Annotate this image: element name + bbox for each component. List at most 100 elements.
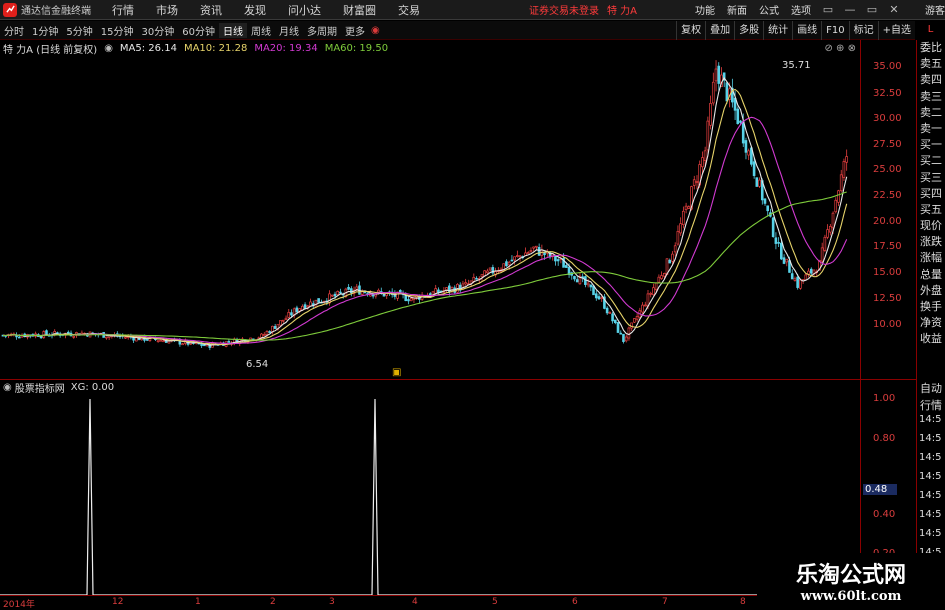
- side-item[interactable]: 涨幅: [917, 250, 945, 266]
- candle: [475, 277, 478, 280]
- layout-icon[interactable]: ▭: [817, 3, 839, 16]
- side-item[interactable]: 卖二: [917, 105, 945, 121]
- ma-legend: 特 力A (日线 前复权) ◉ MA5: 26.14 MA10: 21.28 M…: [0, 40, 860, 56]
- candle: [613, 319, 617, 324]
- candle: [766, 205, 770, 212]
- period-tab-more[interactable]: 更多: [341, 23, 369, 38]
- side-item[interactable]: 自动: [917, 380, 945, 397]
- side-item[interactable]: 涨跌: [917, 234, 945, 250]
- side-item[interactable]: 卖五: [917, 56, 945, 72]
- side-item[interactable]: 买三: [917, 170, 945, 186]
- side-item[interactable]: 换手: [917, 299, 945, 315]
- candle: [725, 82, 729, 102]
- candle: [203, 344, 206, 347]
- toolbar-button[interactable]: 统计: [763, 20, 792, 40]
- add-watchlist-button[interactable]: +自选: [877, 20, 915, 40]
- menu-news[interactable]: 资讯: [189, 2, 233, 18]
- chart-options-icons[interactable]: ⊘ ⊕ ⊗: [825, 43, 857, 54]
- candle: [434, 288, 437, 294]
- candle: [684, 205, 688, 211]
- menu-market[interactable]: 行情: [101, 2, 145, 18]
- candle: [676, 231, 680, 245]
- menu-options[interactable]: 选项: [785, 2, 817, 17]
- indicator-chart[interactable]: [0, 395, 860, 595]
- candle: [777, 241, 780, 244]
- ma20-label: MA20: 19.34: [254, 42, 318, 54]
- candle: [660, 275, 663, 279]
- menu-discover[interactable]: 发现: [233, 2, 277, 18]
- side-item[interactable]: 卖四: [917, 72, 945, 88]
- toolbar-button[interactable]: 叠加: [705, 20, 734, 40]
- candle: [156, 340, 160, 343]
- date-tick: 3: [329, 597, 335, 607]
- candle: [330, 294, 334, 297]
- menu-markets[interactable]: 市场: [145, 2, 189, 18]
- period-tab-daily[interactable]: 日线: [218, 22, 247, 38]
- menu-new-page[interactable]: 新面: [721, 2, 753, 17]
- toolbar-button[interactable]: 标记: [848, 20, 878, 40]
- price-tick: 30.00: [873, 113, 902, 124]
- candle: [355, 286, 359, 290]
- candle: [284, 317, 288, 320]
- period-tab[interactable]: 周线: [247, 23, 275, 38]
- user-label[interactable]: 游客: [925, 2, 945, 17]
- period-tab[interactable]: 5分钟: [62, 23, 96, 38]
- candle: [132, 337, 135, 341]
- period-tab[interactable]: 多周期: [303, 23, 341, 38]
- candle: [333, 293, 337, 297]
- side-item[interactable]: 外盘: [917, 283, 945, 299]
- candle: [597, 296, 601, 300]
- menu-formula[interactable]: 公式: [753, 2, 785, 17]
- menu-wealth[interactable]: 财富圈: [332, 2, 387, 18]
- side-item[interactable]: 卖三: [917, 89, 945, 105]
- time-item: 14:5: [919, 414, 942, 425]
- menu-trade[interactable]: 交易: [387, 2, 431, 18]
- candle: [507, 261, 511, 266]
- minimize-icon[interactable]: —: [839, 3, 861, 16]
- indicator-title[interactable]: 股票指标网: [15, 380, 65, 395]
- period-tab[interactable]: 月线: [275, 23, 303, 38]
- settings-icon[interactable]: ◉: [371, 25, 380, 36]
- side-item[interactable]: 总量: [917, 267, 945, 283]
- candle: [608, 312, 612, 314]
- toolbar-button[interactable]: F10: [821, 20, 848, 40]
- candle: [633, 318, 636, 323]
- candle: [273, 326, 277, 329]
- side-item[interactable]: 买四: [917, 186, 945, 202]
- toolbar-button[interactable]: 多股: [734, 20, 763, 40]
- candle: [752, 161, 756, 176]
- toolbar-button[interactable]: 画线: [792, 20, 821, 40]
- period-tab[interactable]: 15分钟: [97, 23, 138, 38]
- gear-icon[interactable]: ◉: [3, 382, 12, 393]
- candle: [793, 278, 797, 281]
- period-tab[interactable]: 分时: [0, 23, 28, 38]
- period-tab[interactable]: 60分钟: [178, 23, 219, 38]
- side-item[interactable]: 买二: [917, 153, 945, 169]
- time-item: 14:5: [919, 452, 942, 463]
- candle: [105, 336, 108, 339]
- side-item[interactable]: 买五: [917, 202, 945, 218]
- side-item[interactable]: 买一: [917, 137, 945, 153]
- side-item[interactable]: 行情: [917, 397, 945, 414]
- event-marker[interactable]: ▣: [392, 367, 401, 378]
- toolbar-button[interactable]: 复权: [676, 20, 705, 40]
- period-tab[interactable]: 30分钟: [137, 23, 178, 38]
- candle: [526, 252, 530, 254]
- side-item[interactable]: 现价: [917, 218, 945, 234]
- menu-function[interactable]: 功能: [689, 2, 721, 17]
- date-tick: 2: [270, 597, 276, 607]
- login-warning[interactable]: 证券交易未登录: [529, 2, 599, 17]
- side-item[interactable]: 委比: [917, 40, 945, 56]
- gear-icon[interactable]: ◉: [104, 43, 113, 54]
- price-tick: 32.50: [873, 88, 902, 99]
- kline-chart[interactable]: 35.71 6.54 ▣: [0, 56, 860, 380]
- period-tab[interactable]: 1分钟: [28, 23, 62, 38]
- side-item[interactable]: 卖一: [917, 121, 945, 137]
- ma5-label: MA5: 26.14: [119, 42, 177, 54]
- side-item[interactable]: 净资: [917, 315, 945, 331]
- maximize-icon[interactable]: ▭: [861, 3, 883, 16]
- menu-ask[interactable]: 问小达: [277, 2, 332, 18]
- close-icon[interactable]: ✕: [883, 3, 905, 16]
- side-item[interactable]: 收益: [917, 331, 945, 347]
- candle: [744, 140, 748, 153]
